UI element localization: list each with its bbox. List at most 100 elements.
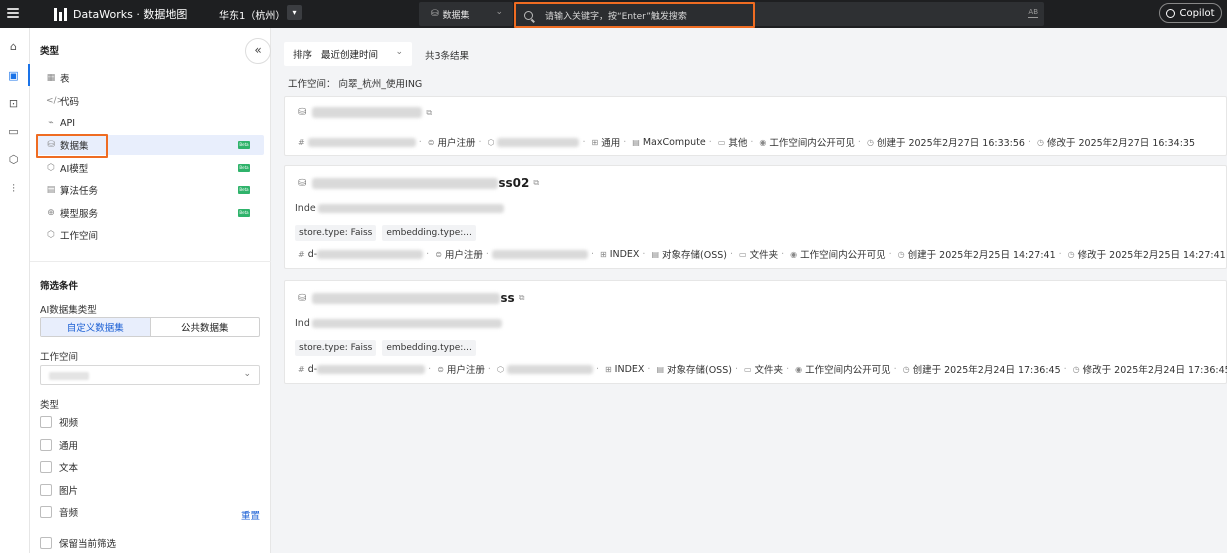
- cube-icon: ⬡: [487, 137, 495, 147]
- home-icon[interactable]: ⌂: [7, 41, 20, 53]
- type-item-table[interactable]: ▦ 表: [38, 68, 264, 88]
- kind-icon: ⊞: [604, 364, 612, 374]
- segment-public-dataset[interactable]: 公共数据集: [151, 318, 260, 336]
- algorithm-task-icon: ▤: [46, 185, 56, 195]
- redacted-dataset-name: [312, 107, 423, 118]
- type-item-label: 表: [60, 74, 70, 85]
- tag-list: store.type: Faiss embedding.type:...: [295, 340, 476, 356]
- result-count: 共3条结果: [425, 51, 470, 62]
- redacted-description: [311, 319, 502, 328]
- dataset-highlight-annotation: [36, 134, 108, 158]
- redacted-dataset-name: [312, 292, 501, 304]
- redacted-owner: [497, 137, 580, 147]
- checkbox-label: 文本: [59, 463, 79, 474]
- hash-icon: #: [298, 249, 305, 259]
- redacted-id: [307, 137, 416, 147]
- redacted-description: [317, 204, 504, 213]
- tag-chip[interactable]: embedding.type:...: [382, 340, 476, 356]
- checkbox-label: 通用: [59, 441, 79, 452]
- dataset-title[interactable]: ⛁ ⧉: [298, 107, 432, 118]
- tag-chip[interactable]: embedding.type:...: [382, 225, 476, 241]
- type-item-ai-model[interactable]: ⬡ AI模型 Beta: [38, 158, 264, 178]
- clock-icon: ◷: [897, 249, 905, 259]
- copy-icon[interactable]: ⧉: [426, 108, 432, 118]
- meta-registered: 用户注册: [444, 250, 483, 261]
- checkbox-label: 视频: [59, 418, 79, 429]
- region-dropdown-icon[interactable]: ▾: [287, 5, 302, 20]
- dataset-title[interactable]: ⛁ ss02 ⧉: [298, 176, 539, 190]
- search-input[interactable]: 请输入关键字，按“Enter”触发搜索: [514, 2, 755, 28]
- checkbox-box[interactable]: [40, 506, 52, 518]
- dataset-title[interactable]: ⛁ ss ⧉: [298, 291, 524, 305]
- type-item-algorithm-task[interactable]: ▤ 算法任务 Beta: [38, 180, 264, 200]
- redacted-workspace-value: [49, 372, 89, 380]
- dataset-description: Inde: [295, 203, 504, 214]
- sort-select[interactable]: 排序 最近创建时间 ⌄: [284, 42, 412, 66]
- keep-filter-checkbox[interactable]: 保留当前筛选: [40, 536, 116, 550]
- copilot-button[interactable]: Copilot: [1159, 3, 1222, 23]
- checkbox-general[interactable]: 通用: [40, 438, 78, 452]
- meta-id-prefix: d-: [307, 363, 318, 375]
- checkbox-video[interactable]: 视频: [40, 415, 78, 429]
- collapse-panel-button[interactable]: «: [245, 38, 271, 64]
- checkbox-box[interactable]: [40, 439, 52, 451]
- category-title: 类型: [40, 46, 60, 57]
- keep-filter-label: 保留当前筛选: [59, 539, 117, 550]
- meta-storage: 对象存储(OSS): [667, 365, 732, 376]
- type-item-label: 工作空间: [60, 231, 99, 242]
- kind-icon: ⊞: [599, 249, 607, 259]
- top-bar: DataWorks · 数据地图 华东1（杭州） ▾ ⛁ 数据集 ⌄ 请输入关键…: [0, 0, 1227, 28]
- checkbox-box[interactable]: [40, 416, 52, 428]
- reset-link[interactable]: 重置: [241, 508, 260, 522]
- region-label[interactable]: 华东1（杭州）: [219, 7, 285, 22]
- workspace-select[interactable]: ⌄: [40, 365, 260, 385]
- tag-chip[interactable]: store.type: Faiss: [295, 340, 377, 356]
- dataset-meta: # d- · ⊜ 用户注册 · · ⊞ INDEX · ▤ 对象存储(OSS) · ▭ …: [298, 248, 1226, 262]
- type-item-model-service[interactable]: ⊕ 模型服务 Beta: [38, 203, 264, 223]
- type-item-label: API: [60, 117, 76, 129]
- checkbox-box[interactable]: [40, 537, 52, 549]
- app-brand[interactable]: DataWorks · 数据地图: [54, 6, 187, 22]
- checkbox-box[interactable]: [40, 484, 52, 496]
- type-item-api[interactable]: ⌁ API: [38, 113, 264, 133]
- clock-icon: ◷: [1036, 137, 1044, 147]
- meta-id-prefix: d-: [307, 248, 318, 260]
- clock-icon: ◷: [1067, 249, 1075, 259]
- menu-icon[interactable]: [7, 8, 19, 18]
- checkbox-audio[interactable]: 音频: [40, 505, 78, 519]
- eye-icon: ◉: [795, 364, 803, 374]
- clock-icon: ◷: [866, 137, 874, 147]
- monitor-icon[interactable]: ▭: [7, 126, 20, 138]
- dataset-card[interactable]: ⛁ ss ⧉ Ind store.type: Faiss embedding.t…: [284, 280, 1227, 384]
- dataworks-logo-icon: [54, 7, 67, 21]
- table-icon: ▦: [46, 73, 56, 83]
- copy-icon[interactable]: ⧉: [533, 178, 539, 188]
- search-type-value: 数据集: [442, 10, 470, 21]
- briefcase-icon[interactable]: ⊡: [7, 98, 20, 110]
- dataset-type-segmented: 自定义数据集 公共数据集: [40, 317, 260, 337]
- type-item-workspace[interactable]: ⬡ 工作空间: [38, 225, 264, 245]
- sliders-icon[interactable]: ⫶: [7, 183, 20, 195]
- search-type-select[interactable]: ⛁ 数据集 ⌄: [419, 2, 513, 26]
- segment-custom-dataset[interactable]: 自定义数据集: [41, 318, 151, 336]
- register-icon: ⊜: [427, 137, 435, 147]
- sort-label: 排序: [293, 50, 313, 61]
- dataset-card[interactable]: ⛁ ⧉ # · ⊜ 用户注册 · ⬡ · ⊞ 通用 · ▤ MaxCompute · ▭ …: [284, 96, 1227, 156]
- checkbox-image[interactable]: 图片: [40, 483, 78, 497]
- workspace-label: 工作空间: [40, 352, 79, 363]
- meta-storage: MaxCompute: [642, 136, 706, 148]
- copy-icon[interactable]: ⧉: [519, 293, 525, 303]
- type-item-code[interactable]: </> 代码: [38, 91, 264, 111]
- tag-chip[interactable]: store.type: Faiss: [295, 225, 377, 241]
- data-map-icon[interactable]: ▣: [7, 70, 20, 82]
- storage-icon: ▤: [651, 249, 660, 259]
- checkbox-text[interactable]: 文本: [40, 460, 78, 474]
- meta-visibility: 工作空间内公开可见: [800, 250, 886, 261]
- search-shortcut-hint: AB: [1028, 8, 1038, 18]
- cube-icon[interactable]: ⬡: [7, 154, 20, 166]
- meta-kind: INDEX: [614, 363, 645, 375]
- checkbox-box[interactable]: [40, 461, 52, 473]
- dataset-card[interactable]: ⛁ ss02 ⧉ Inde store.type: Faiss embeddin…: [284, 165, 1227, 269]
- dataset-name-suffix: ss02: [498, 176, 530, 190]
- search-input-extension[interactable]: AB: [755, 2, 1044, 26]
